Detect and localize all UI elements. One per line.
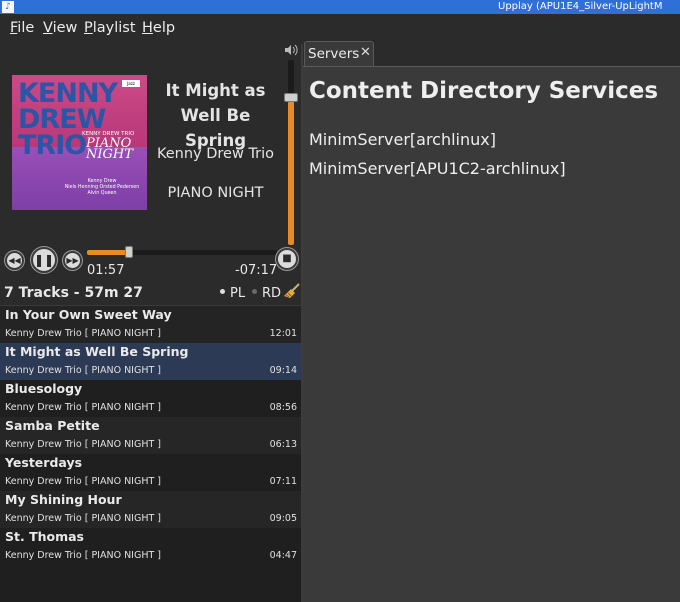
cover-piano-night: PIANO NIGHT (86, 136, 133, 162)
close-icon[interactable]: ✕ (360, 45, 371, 60)
menu-file[interactable]: File (10, 20, 34, 36)
track-title: Bluesology (5, 381, 83, 396)
server-item-archlinux[interactable]: MinimServer[archlinux] (309, 130, 496, 149)
panel-heading: Content Directory Services (309, 78, 659, 104)
time-remaining: -07:17 (235, 263, 278, 278)
speaker-icon (283, 44, 299, 56)
track-artist-album: Kenny Drew Trio [ PIANO NIGHT ] (5, 513, 162, 524)
track-artist-album: Kenny Drew Trio [ PIANO NIGHT ] (5, 365, 162, 376)
track-row[interactable]: Samba Petite Kenny Drew Trio [ PIANO NIGH… (0, 417, 301, 454)
track-title: It Might as Well Be Spring (5, 344, 189, 359)
track-row[interactable]: It Might as Well Be Spring Kenny Drew Tri… (0, 343, 301, 380)
cover-credits: Kenny Drew Niels Henning Orsted Pedersen A… (64, 179, 140, 196)
seek-slider[interactable] (87, 246, 277, 258)
menu-bar: File View Playlist Help (0, 14, 680, 44)
track-duration: 08:56 (269, 402, 297, 413)
track-duration: 06:13 (269, 439, 297, 450)
track-title: St. Thomas (5, 529, 84, 544)
previous-button[interactable]: ◀◀ (5, 251, 24, 270)
stop-button[interactable]: ■ (276, 248, 298, 270)
album-cover: Jazz KENNY DREW TRIO KENNY DREW TRIO PIA… (12, 75, 147, 210)
radio-unselected-icon (252, 289, 257, 294)
fast-forward-icon: ▶▶ (66, 256, 79, 265)
pause-button[interactable]: ❚❚ (31, 247, 57, 273)
track-row[interactable]: My Shining Hour Kenny Drew Trio [ PIANO N… (0, 491, 301, 528)
track-artist-album: Kenny Drew Trio [ PIANO NIGHT ] (5, 439, 162, 450)
track-title: In Your Own Sweet Way (5, 307, 172, 322)
playlist: In Your Own Sweet Way Kenny Drew Trio [ P… (0, 305, 301, 602)
window-titlebar: ♪ Upplay (APU1E4_Silver-UpLightM (0, 0, 680, 14)
broom-icon[interactable] (283, 283, 301, 299)
track-artist-album: Kenny Drew Trio [ PIANO NIGHT ] (5, 328, 162, 339)
now-playing-title: It Might as Well Be Spring (165, 81, 266, 150)
track-artist-album: Kenny Drew Trio [ PIANO NIGHT ] (5, 476, 162, 487)
radio-selected-icon (220, 289, 225, 294)
pl-radio-button[interactable]: PL (220, 286, 245, 301)
label-logo: Jazz (122, 80, 140, 87)
track-duration: 12:01 (269, 328, 297, 339)
track-duration: 09:05 (269, 513, 297, 524)
window-title: Upplay (APU1E4_Silver-UpLightM (498, 1, 663, 12)
stop-icon: ■ (282, 253, 292, 264)
track-row[interactable]: Yesterdays Kenny Drew Trio [ PIANO NIGHT … (0, 454, 301, 491)
track-row[interactable]: In Your Own Sweet Way Kenny Drew Trio [ P… (0, 306, 301, 343)
track-duration: 09:14 (269, 365, 297, 376)
playlist-summary: 7 Tracks - 57m 27 (4, 285, 143, 301)
server-item-apu1c2[interactable]: MinimServer[APU1C2-archlinux] (309, 159, 566, 178)
time-elapsed: 01:57 (87, 263, 125, 278)
seek-fill (87, 250, 127, 255)
track-duration: 07:11 (269, 476, 297, 487)
track-duration: 04:47 (269, 550, 297, 561)
track-row[interactable]: Bluesology Kenny Drew Trio [ PIANO NIGHT … (0, 380, 301, 417)
rd-radio-button[interactable]: RD (252, 286, 281, 301)
menu-view[interactable]: View (43, 20, 77, 36)
next-button[interactable]: ▶▶ (63, 251, 82, 270)
track-row[interactable]: St. Thomas Kenny Drew Trio [ PIANO NIGHT … (0, 528, 301, 565)
tab-servers-label: Servers (308, 46, 360, 62)
cover-text-trio: TRIO (18, 130, 87, 161)
volume-fill (288, 101, 294, 245)
volume-handle[interactable] (284, 93, 298, 102)
seek-handle[interactable] (124, 246, 133, 258)
track-artist-album: Kenny Drew Trio [ PIANO NIGHT ] (5, 402, 162, 413)
track-title: My Shining Hour (5, 492, 122, 507)
menu-help[interactable]: Help (142, 20, 175, 36)
tab-servers[interactable]: Servers ✕ (304, 41, 374, 66)
menu-playlist[interactable]: Playlist (84, 20, 136, 36)
track-title: Samba Petite (5, 418, 100, 433)
now-playing-album: PIANO NIGHT (167, 185, 264, 201)
track-title: Yesterdays (5, 455, 83, 470)
track-artist-album: Kenny Drew Trio [ PIANO NIGHT ] (5, 550, 162, 561)
rewind-icon: ◀◀ (8, 256, 21, 265)
app-icon: ♪ (2, 1, 14, 13)
volume-slider[interactable] (283, 44, 299, 249)
now-playing-artist: Kenny Drew Trio (156, 146, 275, 162)
pause-icon: ❚❚ (33, 253, 55, 267)
